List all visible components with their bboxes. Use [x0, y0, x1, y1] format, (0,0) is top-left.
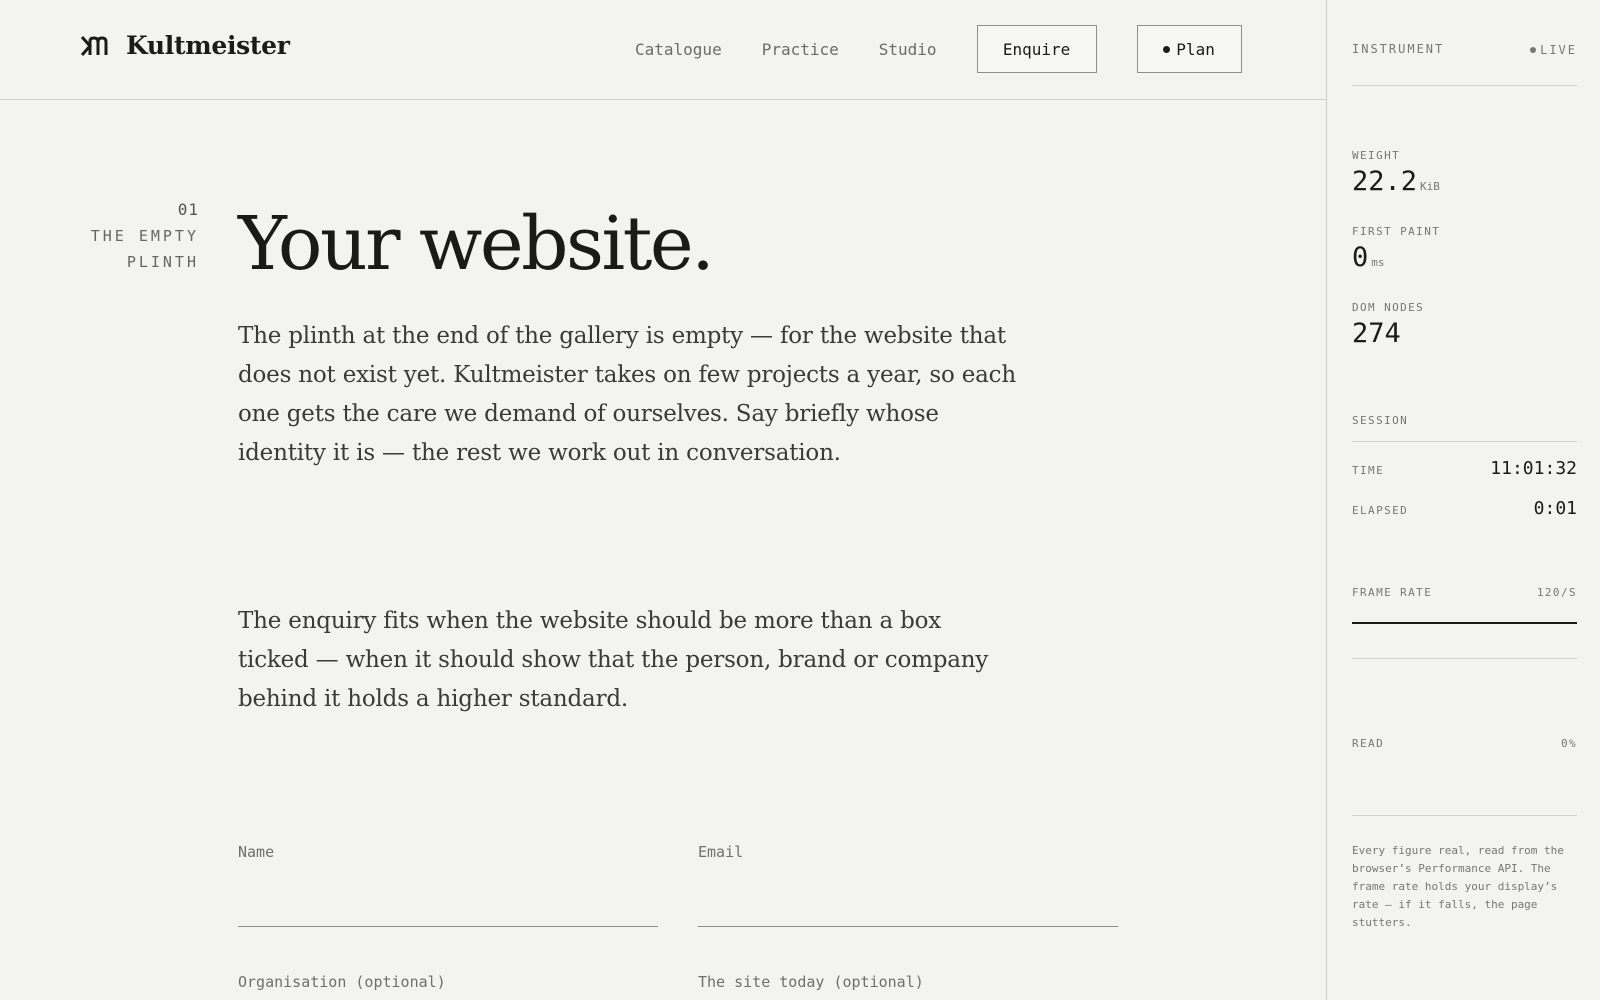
divider — [1352, 815, 1577, 816]
plan-button-label: Plan — [1176, 39, 1215, 59]
nav-link-catalogue[interactable]: Catalogue — [635, 40, 722, 59]
section-title-line2: PLINTH — [126, 253, 199, 271]
site-header: Kultmeister Catalogue Practice Studio En… — [0, 0, 1326, 100]
dom-nodes-label: DOM NODES — [1352, 301, 1425, 314]
name-input[interactable] — [238, 891, 658, 927]
kultmeister-monogram-icon — [80, 34, 114, 58]
weight-unit: KiB — [1420, 180, 1440, 193]
nav-link-practice[interactable]: Practice — [762, 40, 839, 59]
intro-paragraph: The plinth at the end of the gallery is … — [238, 323, 1016, 466]
first-paint-unit: ms — [1371, 256, 1385, 269]
email-field: Email — [698, 842, 1118, 927]
instrument-panel: INSTRUMENT LIVE WEIGHT 22.2 KiB FIRST PAI… — [1326, 0, 1600, 1000]
elapsed-row: ELAPSED 0:01 — [1352, 498, 1577, 519]
instrument-header: INSTRUMENT LIVE — [1352, 42, 1577, 57]
section-number: 01 — [177, 200, 199, 219]
enquire-button[interactable]: Enquire — [976, 25, 1097, 73]
frame-rate-label: FRAME RATE — [1352, 586, 1433, 599]
read-value: 0% — [1560, 737, 1577, 750]
session-label: SESSION — [1352, 414, 1409, 427]
first-paint-value: 0 — [1352, 242, 1369, 273]
live-status-label: LIVE — [1540, 43, 1577, 57]
main-nav: Catalogue Practice Studio Enquire Plan — [635, 0, 1242, 98]
section-title-line1: THE EMPTY — [90, 227, 199, 245]
enquire-button-label: Enquire — [1002, 39, 1071, 59]
frame-rate-row: FRAME RATE 120/S — [1352, 586, 1577, 599]
time-value: 11:01:32 — [1490, 458, 1577, 479]
site-today-field: The site today (optional) — [698, 972, 1118, 991]
first-paint-value-row: 0 ms — [1352, 242, 1577, 273]
brand-name: Kultmeister — [126, 31, 290, 60]
elapsed-label: ELAPSED — [1352, 504, 1409, 517]
instrument-title: INSTRUMENT — [1352, 42, 1445, 56]
brand-logo[interactable]: Kultmeister — [80, 31, 290, 60]
site-today-label: The site today (optional) — [698, 973, 924, 991]
weight-label: WEIGHT — [1352, 149, 1401, 162]
organisation-field: Organisation (optional) — [238, 972, 658, 991]
weight-metric: WEIGHT 22.2 KiB — [1352, 149, 1577, 197]
divider — [1352, 441, 1577, 442]
page-title: Your website. — [238, 201, 715, 287]
read-row: READ 0% — [1352, 737, 1577, 750]
weight-value-row: 22.2 KiB — [1352, 166, 1577, 197]
plan-button[interactable]: Plan — [1136, 25, 1242, 73]
first-paint-label: FIRST PAINT — [1352, 225, 1441, 238]
time-row: TIME 11:01:32 — [1352, 458, 1577, 479]
divider — [1352, 85, 1577, 86]
instrument-footnote: Every figure real, read from the browser… — [1352, 844, 1564, 929]
email-label: Email — [698, 843, 744, 861]
session-heading: SESSION — [1352, 414, 1577, 427]
frame-rate-value: 120/S — [1536, 586, 1577, 599]
dom-nodes-value: 274 — [1352, 318, 1401, 349]
fit-paragraph: The enquiry fits when the website should… — [238, 608, 989, 712]
section-marker: 01 THE EMPTY PLINTH — [91, 197, 199, 275]
live-dot-icon — [1530, 47, 1537, 53]
elapsed-value: 0:01 — [1533, 498, 1577, 519]
live-status: LIVE — [1530, 43, 1577, 57]
frame-rate-bar — [1352, 622, 1577, 624]
first-paint-metric: FIRST PAINT 0 ms — [1352, 225, 1577, 273]
time-label: TIME — [1352, 464, 1385, 477]
divider — [1352, 658, 1577, 659]
nav-link-studio[interactable]: Studio — [879, 40, 937, 59]
email-input[interactable] — [698, 891, 1118, 927]
name-label: Name — [238, 843, 275, 861]
read-label: READ — [1352, 737, 1385, 750]
dot-icon — [1163, 45, 1171, 53]
organisation-label: Organisation (optional) — [238, 973, 446, 991]
dom-nodes-metric: DOM NODES 274 — [1352, 301, 1577, 349]
name-field: Name — [238, 842, 658, 927]
weight-value: 22.2 — [1352, 166, 1418, 197]
